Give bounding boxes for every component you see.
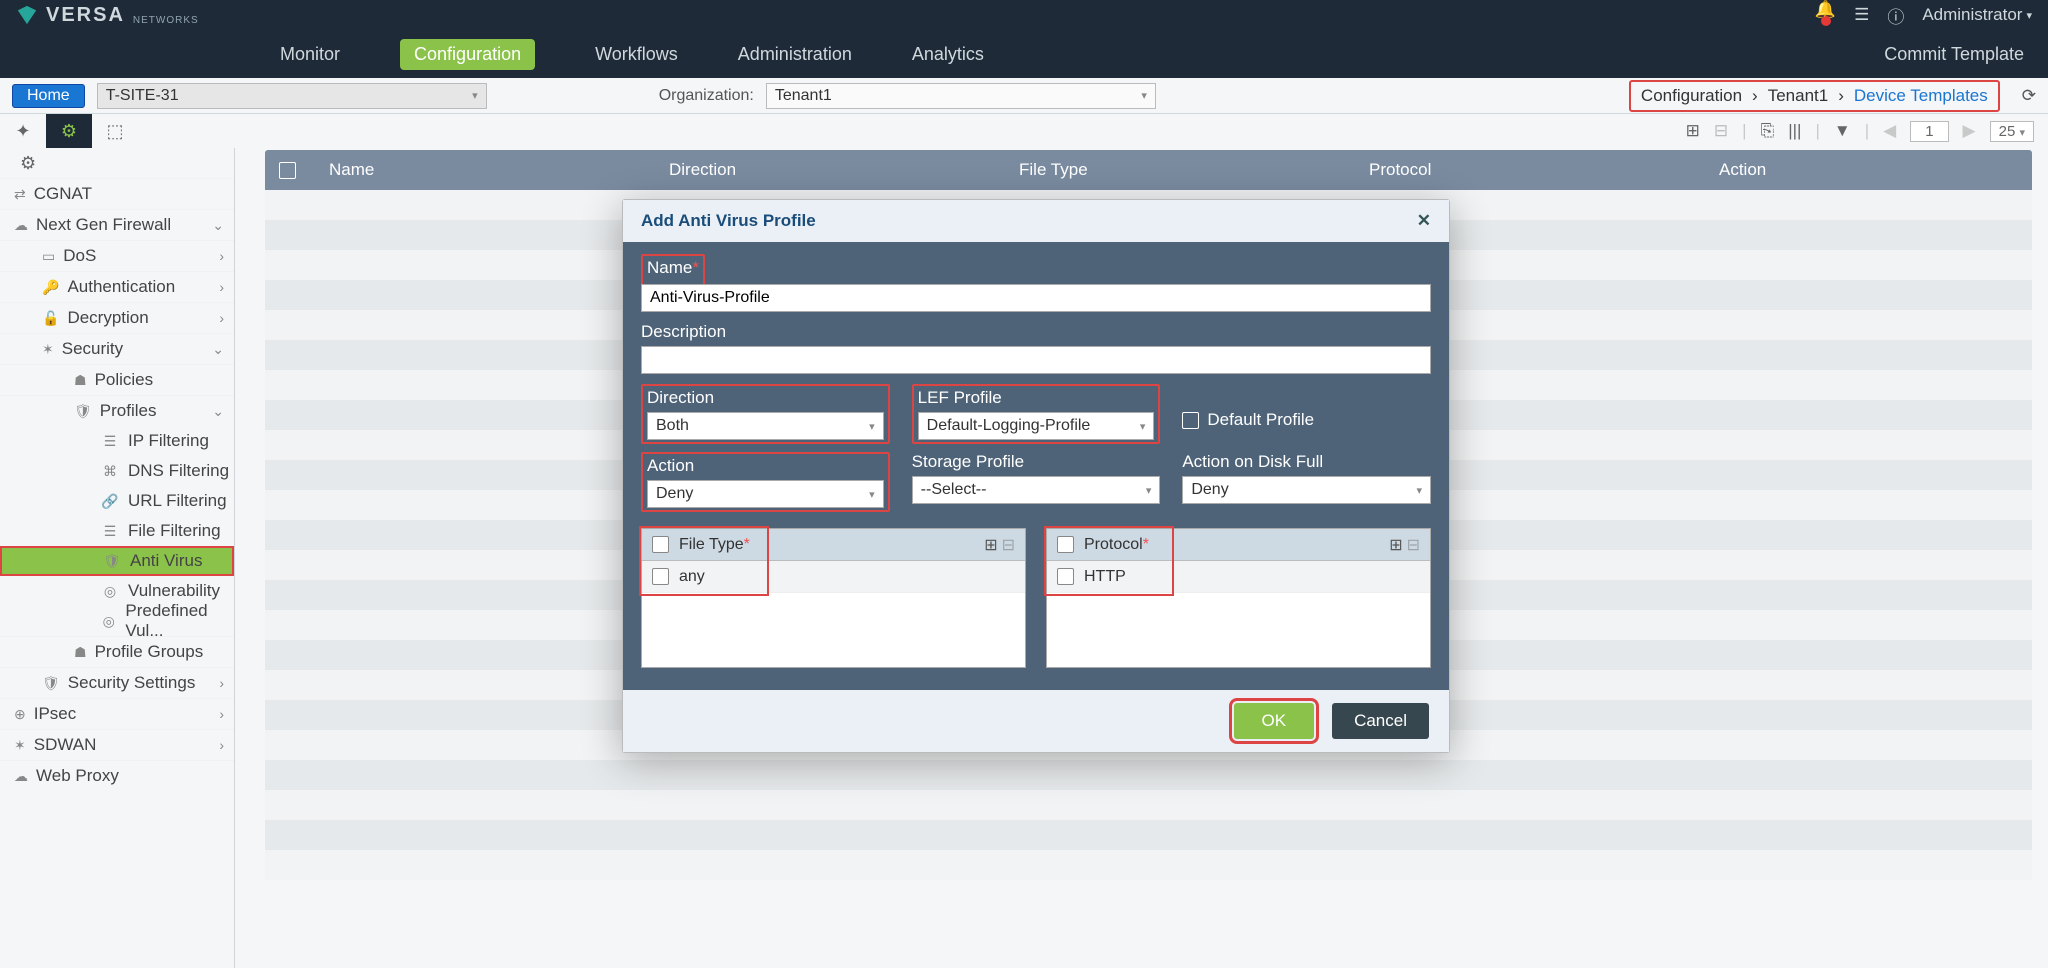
cancel-button[interactable]: Cancel	[1332, 703, 1429, 739]
name-input[interactable]	[641, 284, 1431, 312]
chevron-down-icon: ▾	[1416, 484, 1422, 497]
protocol-row[interactable]: HTTP	[1047, 561, 1430, 593]
lef-profile-select[interactable]: Default-Logging-Profile▾	[918, 412, 1155, 440]
chevron-down-icon: ▾	[869, 488, 875, 501]
direction-select[interactable]: Both▾	[647, 412, 884, 440]
description-input[interactable]	[641, 346, 1431, 374]
protocol-row-checkbox[interactable]	[1057, 568, 1074, 585]
default-profile-checkbox[interactable]	[1182, 412, 1199, 429]
protocol-row-value: HTTP	[1084, 568, 1126, 586]
remove-file-type-icon[interactable]: ⊟	[1002, 535, 1015, 555]
close-icon[interactable]: ✕	[1417, 211, 1431, 231]
file-type-grid: File Type* ⊞⊟ any	[641, 528, 1026, 668]
chevron-down-icon: ▾	[1146, 484, 1152, 497]
remove-protocol-icon[interactable]: ⊟	[1407, 535, 1420, 555]
direction-label: Direction	[647, 388, 884, 408]
file-type-row-checkbox[interactable]	[652, 568, 669, 585]
protocol-select-all[interactable]	[1057, 536, 1074, 553]
action-disk-full-select[interactable]: Deny▾	[1182, 476, 1431, 504]
action-label: Action	[647, 456, 884, 476]
protocol-header: Protocol*	[1084, 536, 1149, 554]
storage-profile-label: Storage Profile	[912, 452, 1161, 472]
action-disk-full-label: Action on Disk Full	[1182, 452, 1431, 472]
file-type-select-all[interactable]	[652, 536, 669, 553]
add-protocol-icon[interactable]: ⊞	[1389, 535, 1402, 555]
modal-title: Add Anti Virus Profile	[641, 211, 816, 231]
description-label: Description	[641, 322, 1431, 342]
protocol-grid: Protocol* ⊞⊟ HTTP	[1046, 528, 1431, 668]
chevron-down-icon: ▾	[869, 420, 875, 433]
add-file-type-icon[interactable]: ⊞	[984, 535, 997, 555]
chevron-down-icon: ▾	[1140, 420, 1146, 433]
lef-profile-label: LEF Profile	[918, 388, 1155, 408]
name-label: Name	[647, 258, 692, 277]
storage-profile-select[interactable]: --Select--▾	[912, 476, 1161, 504]
file-type-header: File Type*	[679, 536, 750, 554]
file-type-row-value: any	[679, 568, 705, 586]
file-type-row[interactable]: any	[642, 561, 1025, 593]
add-antivirus-profile-modal: Add Anti Virus Profile ✕ Name* Descripti…	[622, 199, 1450, 753]
action-select[interactable]: Deny▾	[647, 480, 884, 508]
default-profile-label: Default Profile	[1207, 410, 1314, 430]
ok-button[interactable]: OK	[1234, 703, 1315, 739]
